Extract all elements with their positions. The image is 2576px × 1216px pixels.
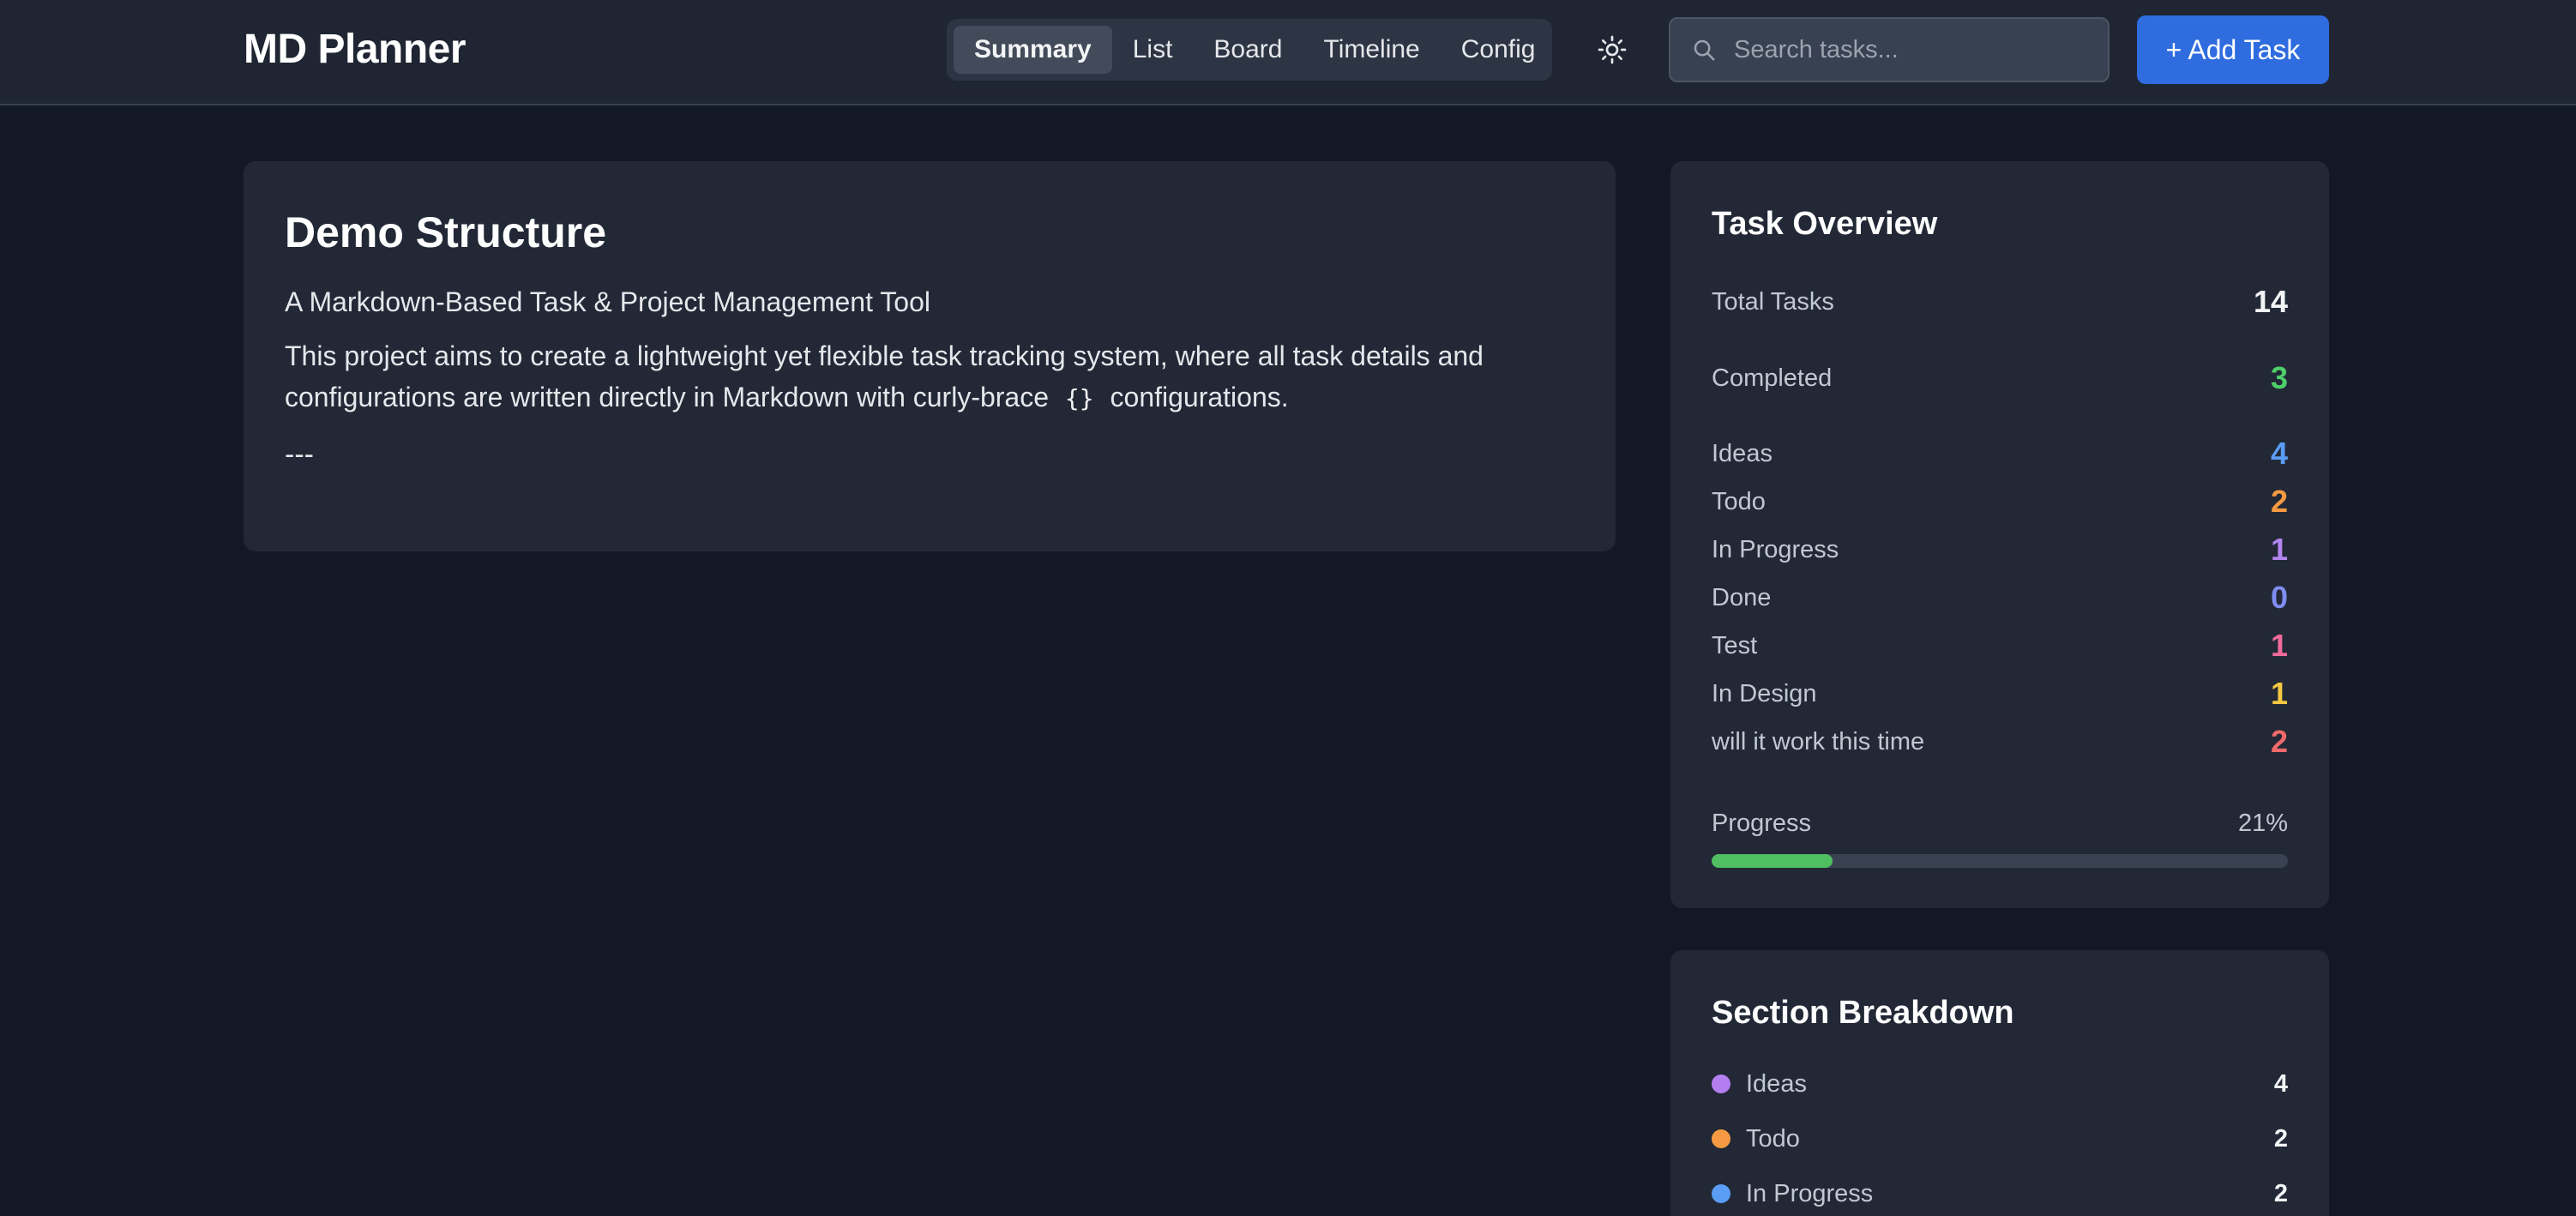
section-ideas-row: Ideas 4	[1712, 432, 2288, 475]
completed-row-count: 3	[2270, 360, 2288, 395]
breakdown-title: Section Breakdown	[1712, 995, 2014, 1031]
section-ideas-row-count: 4	[2270, 436, 2288, 471]
tab-list[interactable]: List	[1112, 26, 1194, 74]
search-icon	[1694, 39, 1715, 61]
description-text: This project aims to create a lightweigh…	[285, 340, 1484, 412]
section-todo-row: Todo 2	[1712, 480, 2288, 523]
section-will-it-work-this-time-row-count: 2	[2270, 724, 2288, 759]
project-subtitle: A Markdown-Based Task & Project Manageme…	[285, 286, 930, 317]
search-box[interactable]	[1669, 17, 2110, 82]
theme-toggle-button[interactable]	[1593, 31, 1631, 69]
progress-percent: 21%	[2237, 809, 2288, 837]
breakdown-label: Ideas	[1746, 1069, 1807, 1098]
top-header: MD Planner Summary List Board Timeline C…	[0, 0, 2576, 105]
project-description: This project aims to create a lightweigh…	[285, 335, 1571, 419]
view-tabs: Summary List Board Timeline Config	[947, 19, 1552, 81]
progress-label: Progress	[1712, 809, 1812, 837]
breakdown-in-progress-row: In Progress 2	[1712, 1177, 2288, 1211]
section-in-progress-row-label: In Progress	[1712, 535, 1839, 563]
section-done-row-count: 0	[2270, 580, 2288, 615]
total-tasks-row-count: 14	[2253, 284, 2288, 319]
add-task-button[interactable]: + Add Task	[2137, 15, 2329, 84]
section-in-design-row-label: In Design	[1712, 679, 1817, 707]
tab-timeline[interactable]: Timeline	[1303, 26, 1440, 74]
breakdown-label: In Progress	[1746, 1179, 1874, 1207]
section-color-dot	[1712, 1075, 1730, 1093]
section-ideas-row-label: Ideas	[1712, 439, 1773, 467]
breakdown-ideas-row: Ideas 4	[1712, 1067, 2288, 1101]
description-text-end: configurations.	[1110, 382, 1289, 412]
search-input[interactable]	[1734, 35, 2094, 64]
progress-bar-fill	[1712, 854, 1833, 868]
progress-bar	[1712, 854, 2288, 868]
section-test-row: Test 1	[1712, 624, 2288, 667]
tab-config[interactable]: Config	[1441, 26, 1556, 74]
section-in-design-row-count: 1	[2270, 676, 2288, 711]
section-color-dot	[1712, 1184, 1730, 1203]
project-summary-card: Demo Structure A Markdown-Based Task & P…	[244, 161, 1616, 551]
task-overview-card: Task Overview Progress 21% Total Tasks 14…	[1670, 161, 2329, 908]
overview-title: Task Overview	[1712, 206, 1938, 242]
total-tasks-row-label: Total Tasks	[1712, 287, 1834, 316]
section-test-row-label: Test	[1712, 631, 1758, 659]
breakdown-count: 2	[2273, 1124, 2288, 1153]
description-code: {}	[1064, 384, 1094, 412]
section-will-it-work-this-time-row: will it work this time 2	[1712, 720, 2288, 763]
section-done-row-label: Done	[1712, 583, 1772, 611]
section-done-row: Done 0	[1712, 576, 2288, 619]
section-todo-row-count: 2	[2270, 484, 2288, 519]
breakdown-count: 4	[2273, 1069, 2288, 1098]
section-todo-row-label: Todo	[1712, 487, 1766, 515]
app-title: MD Planner	[244, 27, 466, 72]
section-in-progress-row-count: 1	[2270, 532, 2288, 567]
markdown-separator: ---	[285, 438, 314, 471]
breakdown-todo-row: Todo 2	[1712, 1122, 2288, 1156]
section-will-it-work-this-time-row-label: will it work this time	[1712, 727, 1925, 755]
sun-icon	[1598, 35, 1627, 64]
project-title: Demo Structure	[285, 208, 607, 256]
section-breakdown-card: Section Breakdown Ideas 4 Todo 2 In Progress…	[1670, 950, 2329, 1216]
tab-board[interactable]: Board	[1193, 26, 1303, 74]
section-in-progress-row: In Progress 1	[1712, 528, 2288, 571]
completed-row-label: Completed	[1712, 364, 1833, 392]
progress-row: Progress 21%	[1712, 802, 2288, 845]
section-test-row-count: 1	[2270, 628, 2288, 663]
tab-summary[interactable]: Summary	[954, 26, 1112, 74]
breakdown-count: 2	[2273, 1179, 2288, 1207]
breakdown-label: Todo	[1746, 1124, 1800, 1153]
section-in-design-row: In Design 1	[1712, 672, 2288, 715]
section-color-dot	[1712, 1129, 1730, 1148]
total-tasks-row: Total Tasks 14	[1712, 280, 2288, 323]
completed-row: Completed 3	[1712, 357, 2288, 400]
